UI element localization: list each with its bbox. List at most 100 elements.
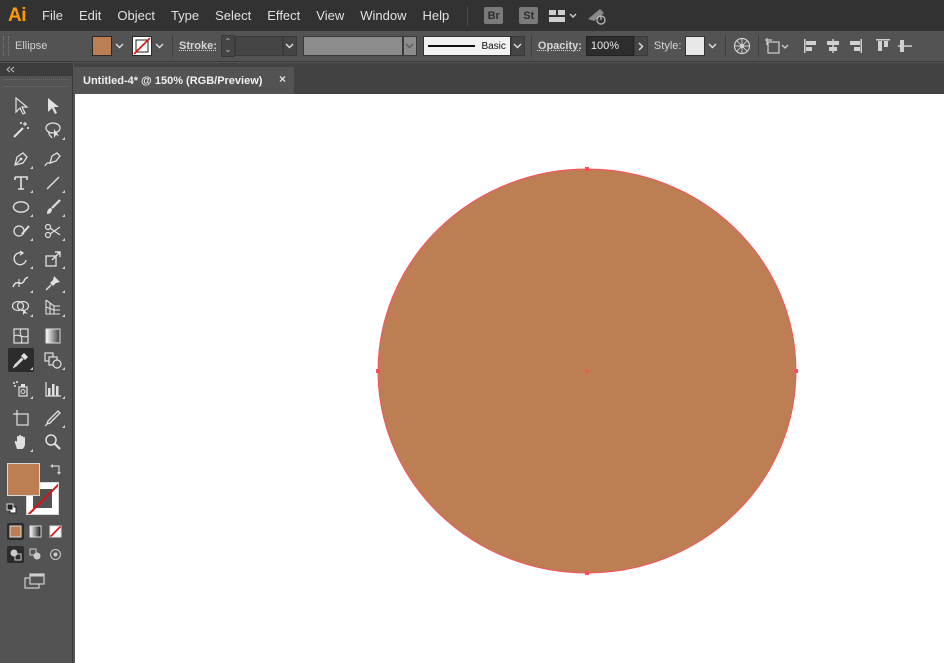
arrange-documents-icon <box>549 9 577 22</box>
artboard-canvas[interactable] <box>75 94 944 663</box>
lasso-tool[interactable] <box>40 118 66 142</box>
gradient-button[interactable] <box>27 523 44 540</box>
stroke-label[interactable]: Stroke: <box>179 40 217 52</box>
opacity-input[interactable]: 100% <box>585 36 634 56</box>
type-tool[interactable] <box>8 171 34 195</box>
align-vertical-center-button[interactable] <box>894 33 916 59</box>
align-left-icon <box>804 39 817 53</box>
magic-wand-tool[interactable] <box>8 118 34 142</box>
stroke-weight-dropdown[interactable] <box>282 36 297 56</box>
artwork <box>376 167 798 575</box>
document-tab[interactable]: Untitled-4* @ 150% (RGB/Preview) × <box>74 67 294 94</box>
align-left-button[interactable] <box>800 33 822 59</box>
anchor-point-right[interactable] <box>794 369 798 373</box>
variable-width-dropdown[interactable] <box>402 36 417 56</box>
align-right-button[interactable] <box>844 33 866 59</box>
control-panel: Ellipse Stroke: ⌃ ⌄ Basic Opacity: 100% … <box>0 31 944 62</box>
recolor-artwork-button[interactable] <box>729 33 755 59</box>
hand-tool[interactable] <box>8 430 34 454</box>
brush-dropdown[interactable] <box>510 36 525 56</box>
ellipse-tool[interactable] <box>8 195 34 219</box>
arrange-documents-button[interactable] <box>546 0 580 31</box>
fill-dropdown[interactable] <box>112 35 126 57</box>
rotate-tool[interactable] <box>8 247 34 271</box>
stroke-weight-input[interactable] <box>234 36 283 56</box>
tool-row <box>8 147 66 171</box>
change-screen-mode-icon[interactable] <box>24 572 48 590</box>
anchor-point-top[interactable] <box>585 167 589 171</box>
puppet-warp-tool[interactable] <box>40 271 66 295</box>
none-swatch-icon <box>49 525 62 538</box>
column-graph-tool[interactable] <box>40 377 66 401</box>
scale-tool[interactable] <box>40 247 66 271</box>
align-to-button[interactable] <box>762 33 792 59</box>
stroke-color-dropdown[interactable] <box>152 35 166 57</box>
stroke-weight-stepper[interactable]: ⌃ ⌄ <box>220 35 235 57</box>
swap-fill-stroke-icon[interactable] <box>50 463 62 475</box>
anchor-point-bottom[interactable] <box>585 571 589 575</box>
menu-bar: Ai File Edit Object Type Select Effect V… <box>0 0 944 31</box>
brush-definition[interactable]: Basic <box>422 36 511 56</box>
menu-view[interactable]: View <box>308 0 352 31</box>
draw-inside-button[interactable] <box>47 546 64 563</box>
zoom-tool[interactable] <box>40 430 66 454</box>
width-tool[interactable] <box>8 271 34 295</box>
gradient-tool[interactable] <box>40 324 66 348</box>
paintbrush-tool[interactable] <box>40 195 66 219</box>
shape-builder-icon <box>11 300 30 315</box>
fill-color-box[interactable] <box>7 463 40 496</box>
opacity-expand-button[interactable] <box>633 36 648 56</box>
align-vertical-center-icon <box>898 40 913 52</box>
menu-type[interactable]: Type <box>163 0 207 31</box>
anchor-point-left[interactable] <box>376 369 380 373</box>
graphic-style-swatch[interactable] <box>685 36 706 56</box>
menu-select[interactable]: Select <box>207 0 259 31</box>
draw-normal-button[interactable] <box>7 546 24 563</box>
menu-effect[interactable]: Effect <box>259 0 308 31</box>
tools-panel-grip[interactable] <box>4 79 68 87</box>
fill-swatch[interactable] <box>92 36 112 56</box>
mesh-tool[interactable] <box>8 324 34 348</box>
selection-tool[interactable] <box>8 94 34 118</box>
gradient-swatch-icon <box>29 525 42 538</box>
scissors-tool[interactable] <box>40 219 66 243</box>
color-button[interactable] <box>7 523 24 540</box>
stroke-swatch[interactable] <box>132 36 152 56</box>
variable-width-profile[interactable] <box>302 36 403 56</box>
eyedropper-tool[interactable] <box>8 348 34 372</box>
slice-tool[interactable] <box>40 406 66 430</box>
artboard-tool[interactable] <box>8 406 34 430</box>
menu-edit[interactable]: Edit <box>71 0 109 31</box>
draw-behind-button[interactable] <box>27 546 44 563</box>
close-tab-icon[interactable]: × <box>279 72 286 86</box>
shape-builder-tool[interactable] <box>8 295 34 319</box>
line-segment-tool[interactable] <box>40 171 66 195</box>
menu-object[interactable]: Object <box>109 0 163 31</box>
menu-file[interactable]: File <box>34 0 71 31</box>
menu-window[interactable]: Window <box>352 0 414 31</box>
direct-selection-tool[interactable] <box>40 94 66 118</box>
perspective-grid-tool[interactable] <box>40 295 66 319</box>
gpu-performance-button[interactable] <box>580 0 614 31</box>
pen-tool[interactable] <box>8 147 34 171</box>
blend-tool[interactable] <box>40 348 66 372</box>
tool-group-indicator <box>62 137 65 140</box>
shaper-tool[interactable] <box>8 219 34 243</box>
align-horizontal-center-button[interactable] <box>822 33 844 59</box>
symbol-sprayer-tool[interactable] <box>8 377 34 401</box>
default-fill-stroke-icon[interactable] <box>6 503 17 514</box>
brush-stroke-preview <box>427 45 476 47</box>
menu-help[interactable]: Help <box>414 0 457 31</box>
scale-icon <box>45 251 61 267</box>
document-tab-bar: Untitled-4* @ 150% (RGB/Preview) × <box>74 63 944 94</box>
pushpin-icon <box>45 276 60 291</box>
curvature-tool[interactable] <box>40 147 66 171</box>
stock-button[interactable]: St <box>519 7 539 24</box>
none-button[interactable] <box>47 523 64 540</box>
opacity-label[interactable]: Opacity: <box>538 40 582 52</box>
align-top-button[interactable] <box>872 33 894 59</box>
draw-mode-row <box>7 546 67 564</box>
graphic-style-dropdown[interactable] <box>705 35 719 57</box>
bridge-button[interactable]: Br <box>484 7 504 24</box>
tools-panel-collapse-button[interactable] <box>0 63 72 76</box>
